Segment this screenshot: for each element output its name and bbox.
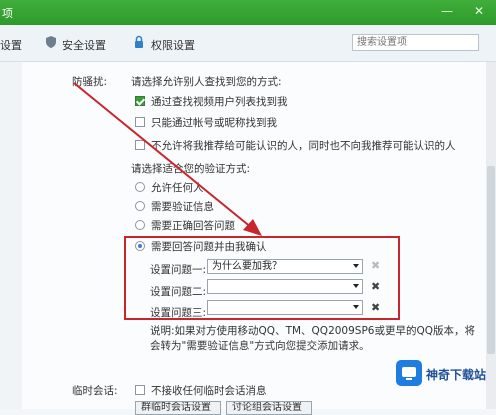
arrow-shaft bbox=[73, 82, 253, 229]
watermark-text: 神奇下载站 bbox=[426, 368, 487, 382]
site-watermark: 神奇下载站 bbox=[396, 358, 492, 390]
arrow-head bbox=[243, 219, 262, 236]
annotation-arrow bbox=[73, 82, 262, 236]
watermark-logo-icon bbox=[396, 360, 422, 386]
